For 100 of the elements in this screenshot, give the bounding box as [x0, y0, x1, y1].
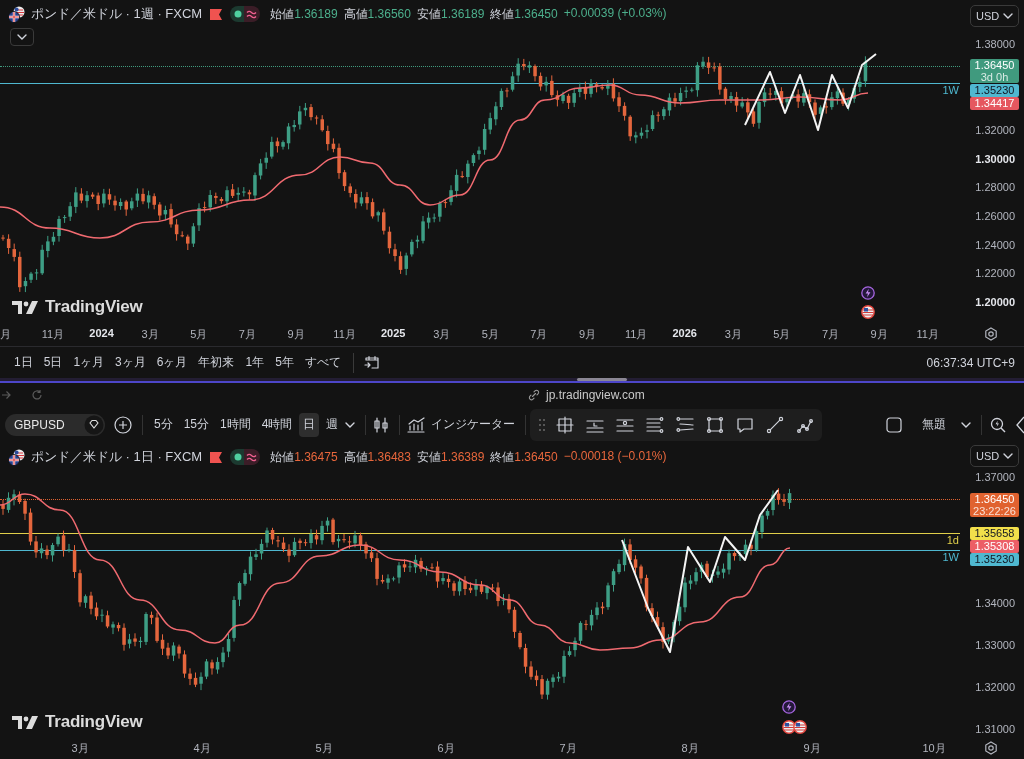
polyline-icon[interactable] [796, 416, 814, 434]
parallel-lines-icon[interactable] [646, 416, 664, 434]
interval-tab[interactable]: 日 [299, 412, 320, 437]
time-tick: 7月 [238, 327, 256, 340]
price-value: 1.36450 [974, 58, 1015, 71]
time-tick: 5月 [773, 327, 791, 340]
logo-icon [12, 299, 40, 315]
timezone-clock[interactable]: 06:37:34 UTC+9 [926, 355, 1015, 370]
price-tick: 1.37000 [975, 471, 1015, 483]
status-pill[interactable] [230, 449, 261, 465]
range-button[interactable]: すべて [304, 354, 341, 371]
time-tick: 9月 [287, 327, 305, 340]
symbol-title[interactable]: ポンド／米ドル · 1週 · FXCM [31, 5, 203, 23]
price-tick: 1.26000 [975, 210, 1015, 223]
legend-value: 1.36475 [294, 449, 338, 464]
price-tick: 1.28000 [975, 181, 1015, 194]
legend-value: 1.36450 [514, 449, 558, 464]
symbol-search-field[interactable]: GBPUSD [5, 413, 105, 436]
time-tick: 11月 [333, 327, 356, 340]
arrow-icon[interactable] [1, 390, 11, 400]
speech-bubble-icon[interactable] [736, 416, 754, 434]
line-label: 1W [942, 551, 959, 564]
legend-label: 始値 [270, 6, 295, 21]
time-tick: 9月 [803, 741, 821, 754]
lightning-icon[interactable] [861, 286, 875, 300]
range-button[interactable]: 1日 [14, 354, 33, 371]
price-tick: 1.22000 [975, 267, 1015, 280]
time-tick: 2026 [672, 326, 697, 339]
time-tick: 4月 [193, 741, 211, 754]
range-button[interactable]: 6ヶ月 [156, 354, 188, 371]
interval-tab[interactable]: 1時間 [216, 412, 255, 437]
time-tick: 5月 [481, 327, 499, 340]
calendar-icon[interactable] [363, 354, 380, 371]
square-icon[interactable] [886, 416, 902, 433]
legend-label: 終値 [490, 6, 515, 21]
price-tick: 1.24000 [975, 238, 1015, 251]
price-tick: 1.30000 [975, 152, 1015, 165]
fan-lines-icon[interactable] [676, 416, 694, 434]
link-icon [528, 389, 540, 401]
rectangle-icon[interactable] [706, 416, 724, 434]
interval-tab[interactable]: 15分 [179, 412, 214, 437]
time-tick: 7月 [559, 741, 577, 754]
status-pill[interactable] [230, 6, 261, 22]
interval-tab[interactable]: 週 [322, 412, 343, 437]
add-icon[interactable] [114, 415, 132, 434]
drag-handle-icon[interactable] [538, 418, 546, 432]
price-value: 1.35658 [970, 527, 1019, 540]
interval-tab[interactable]: 4時間 [257, 412, 297, 437]
price-value: 1.36450 [974, 493, 1015, 505]
layout-name-button[interactable]: 無題 [922, 416, 971, 433]
legend-value: 1.36483 [367, 449, 411, 464]
time-tick: 10月 [922, 741, 946, 754]
address-field[interactable]: jp.tradingview.com [528, 388, 645, 402]
price-value: 1.35308 [970, 540, 1019, 553]
trend-line-icon[interactable] [766, 416, 784, 434]
flag-icon[interactable] [793, 720, 807, 734]
time-tick: 6月 [437, 741, 455, 754]
indicator-chart-icon [407, 416, 426, 433]
range-button[interactable]: 5日 [43, 354, 63, 371]
currency-dropdown[interactable]: USD [970, 5, 1019, 27]
indicators-button[interactable]: インジケーター [407, 416, 516, 433]
crosshair-box-icon[interactable] [556, 416, 574, 434]
settings-icon[interactable] [984, 741, 998, 755]
chevron-icon[interactable] [345, 421, 356, 428]
price-tick: 1.31000 [975, 723, 1015, 735]
legend-label: 高値 [343, 449, 368, 464]
flag-pair-icon [8, 448, 25, 466]
left-chevron-icon[interactable] [1016, 415, 1024, 434]
interval-tab[interactable]: 5分 [150, 412, 177, 437]
time-tick: 11月 [41, 327, 65, 340]
flag-icon[interactable] [861, 305, 875, 319]
price-change: +0.00039 (+0.03%) [563, 5, 667, 22]
range-button[interactable]: 年初来 [198, 354, 235, 371]
search-icon[interactable] [990, 416, 1006, 433]
lines-with-node-icon[interactable] [616, 416, 634, 434]
range-button[interactable]: 5年 [275, 354, 294, 371]
range-button[interactable]: 1年 [245, 354, 265, 371]
price-tick: 1.38000 [975, 38, 1015, 50]
candlestick-icon[interactable] [373, 415, 390, 434]
price-tick: 1.20000 [975, 296, 1015, 309]
logo-text: TradingView [45, 297, 143, 317]
settings-icon[interactable] [984, 327, 998, 341]
resize-handle[interactable] [577, 378, 627, 381]
currency-dropdown[interactable]: USD [970, 445, 1019, 467]
line-label: 1d [946, 534, 959, 547]
price-tick: 1.32000 [975, 681, 1015, 693]
countdown-timer: 23:22:26 [973, 505, 1016, 517]
legend-label: 始値 [270, 449, 295, 464]
chevron-icon [1003, 13, 1013, 19]
countdown-timer: 3d 0h [980, 70, 1009, 83]
legend-value: 1.36189 [294, 6, 338, 21]
range-button[interactable]: 1ヶ月 [73, 354, 105, 371]
price-tick: 1.32000 [975, 124, 1015, 137]
symbol-title[interactable]: ポンド／米ドル · 1日 · FXCM [31, 448, 203, 466]
reload-icon[interactable] [31, 389, 43, 401]
collapse-button[interactable] [10, 28, 34, 46]
legend-value: 1.36389 [440, 449, 485, 464]
lightning-icon[interactable] [782, 700, 796, 714]
range-button[interactable]: 3ヶ月 [115, 354, 146, 371]
time-tick: 11月 [624, 327, 648, 340]
